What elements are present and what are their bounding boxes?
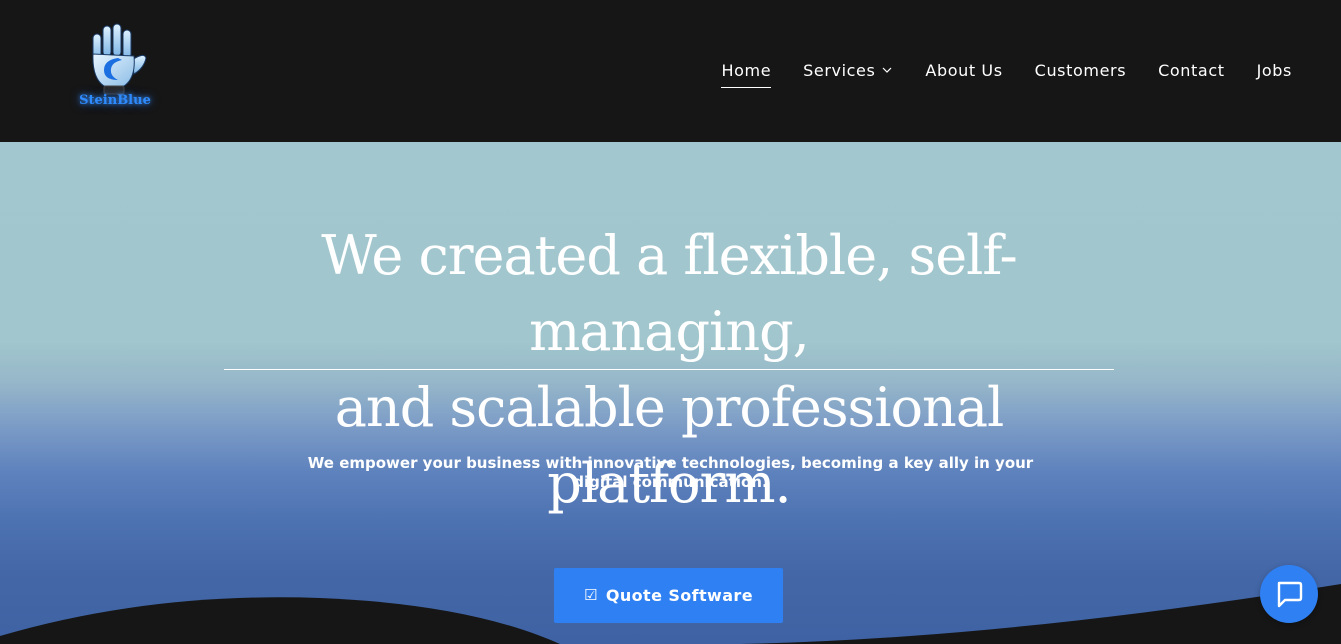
site-header: SteinBlue Home Services About Us Custome… [0, 0, 1341, 142]
nav-item-label: Services [803, 60, 876, 80]
hand-logo-icon [92, 23, 147, 95]
logo[interactable]: SteinBlue [74, 22, 156, 114]
chevron-down-icon [882, 67, 892, 73]
nav-item-label: Jobs [1256, 60, 1292, 80]
nav-item-label: About Us [925, 60, 1003, 80]
hero-section: We created a flexible, self-managing, an… [0, 142, 1341, 644]
nav-item-label: Home [721, 60, 772, 80]
logo-text: SteinBlue [79, 93, 151, 108]
nav-item-customers[interactable]: Customers [1035, 58, 1126, 82]
bottom-wave-divider [0, 584, 1341, 644]
chat-button[interactable] [1260, 565, 1318, 623]
chat-bubble-icon [1277, 581, 1303, 608]
nav-item-jobs[interactable]: Jobs [1257, 58, 1292, 82]
hero-title-line-1: We created a flexible, self-managing, [321, 224, 1017, 363]
hero-subtitle-line-2: digital communication. [573, 473, 768, 491]
nav-item-contact[interactable]: Contact [1158, 58, 1224, 82]
main-nav: Home Services About Us Customers Contact… [721, 58, 1292, 88]
hero-subtitle-line-1: We empower your business with innovative… [307, 454, 1034, 472]
nav-item-label: Customers [1034, 60, 1127, 80]
hero-title-line-2: and scalable professional platform. [334, 376, 1005, 515]
title-divider [224, 369, 1114, 370]
nav-item-services[interactable]: Services [803, 58, 893, 82]
page: SteinBlue Home Services About Us Custome… [0, 0, 1341, 644]
nav-item-about-us[interactable]: About Us [925, 58, 1002, 82]
nav-item-home[interactable]: Home [721, 58, 772, 88]
hero-subtitle: We empower your business with innovative… [300, 454, 1041, 492]
nav-item-label: Contact [1158, 60, 1225, 80]
